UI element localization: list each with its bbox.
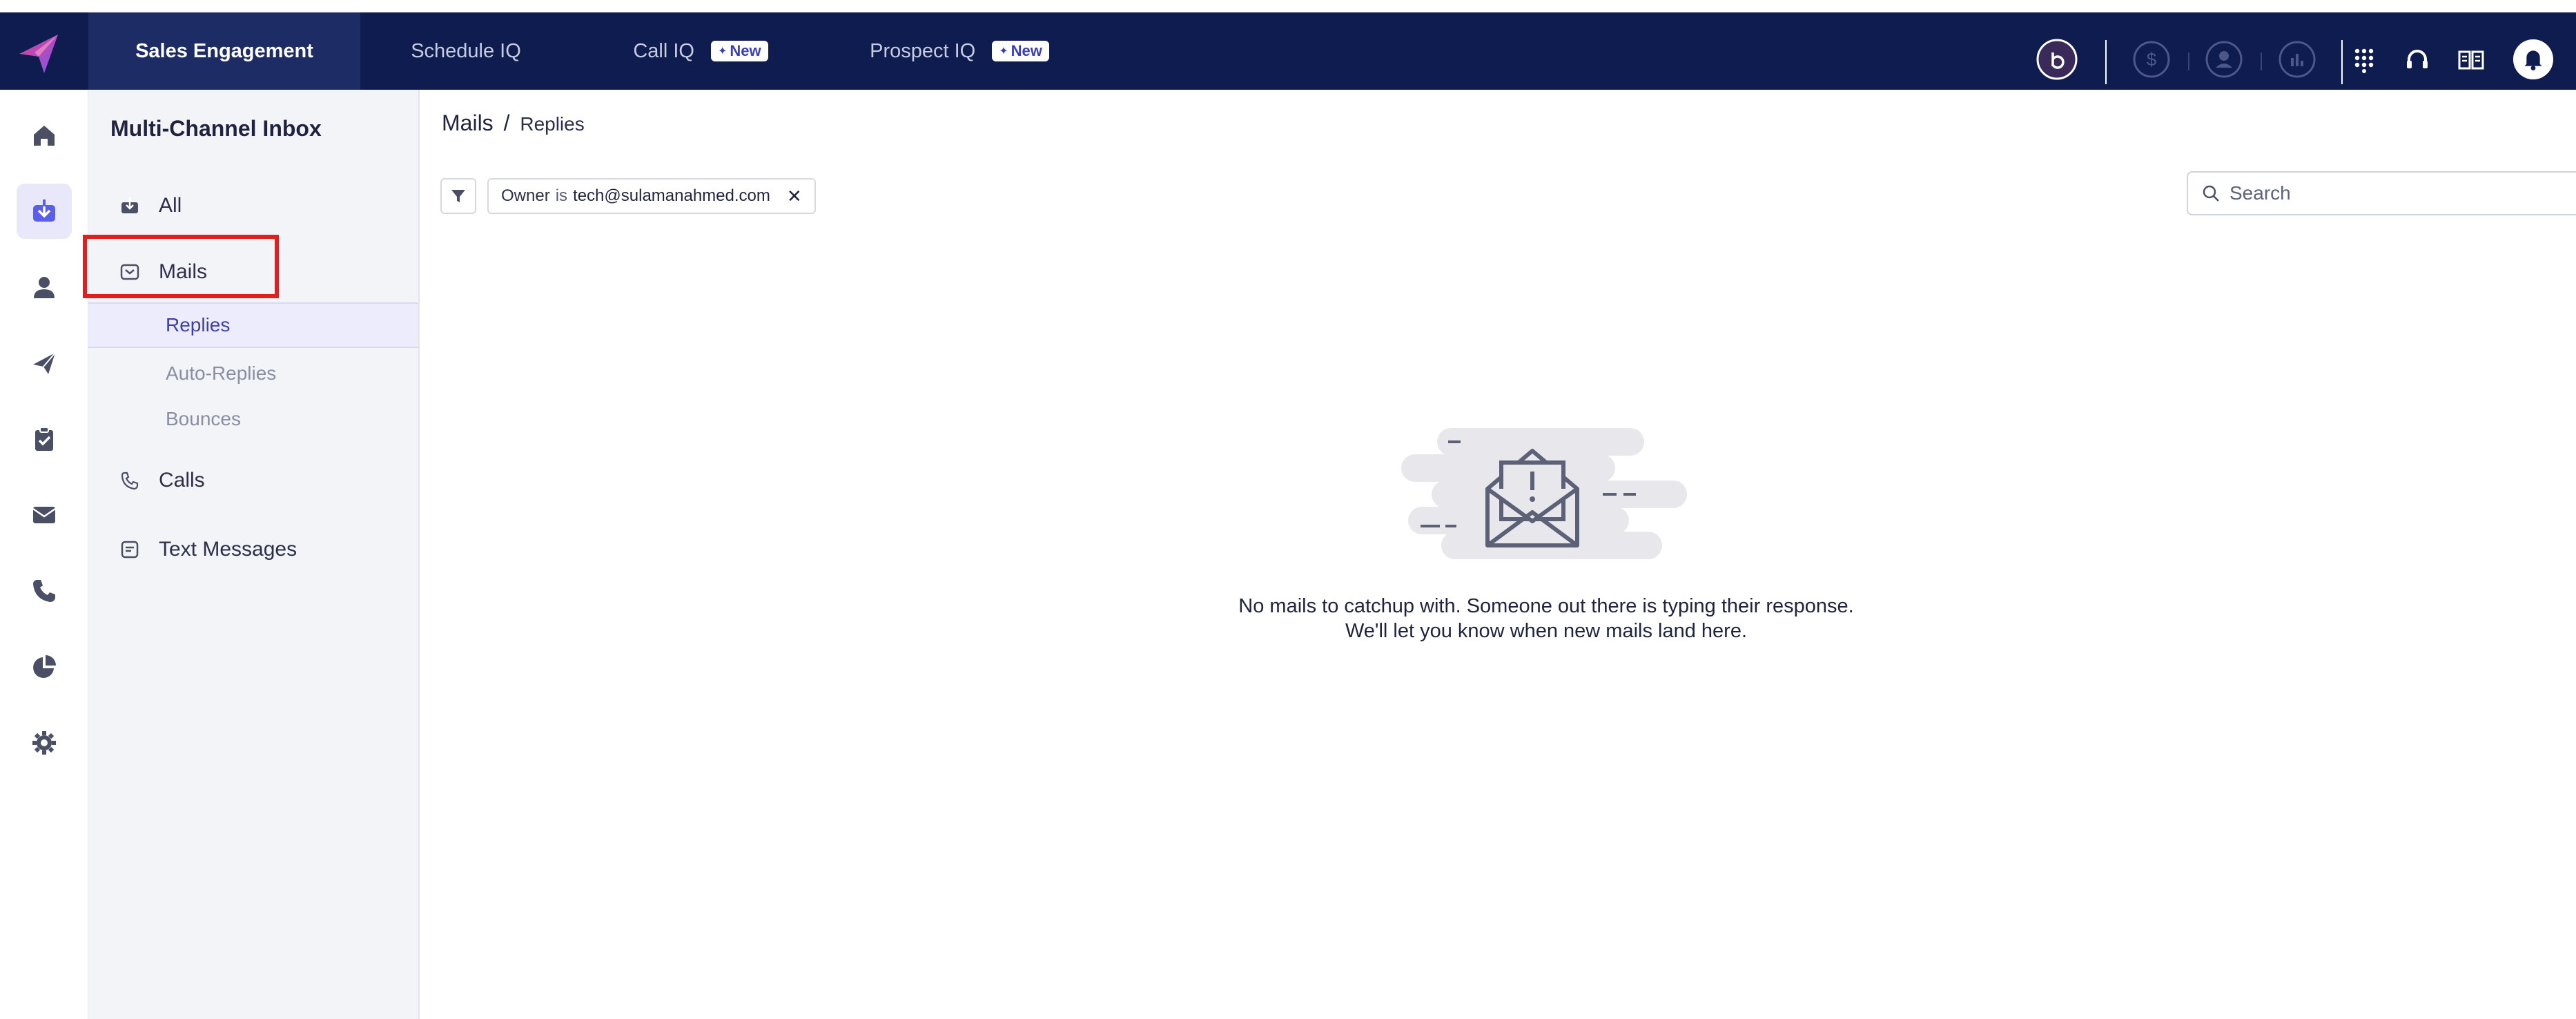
user-circle-icon[interactable] bbox=[2203, 39, 2245, 80]
empty-state-message: No mails to catchup with. Someone out th… bbox=[1180, 594, 1912, 643]
tab-schedule-iq-label: Schedule IQ bbox=[411, 39, 521, 62]
sidebar-subitem-label: Auto-Replies bbox=[166, 362, 277, 384]
tab-prospect-iq[interactable]: Prospect IQ ✦ New bbox=[849, 12, 1070, 90]
account-switch-icon[interactable] bbox=[2036, 39, 2078, 80]
top-navigation-bar: Sales Engagement Schedule IQ Call IQ ✦ N… bbox=[0, 12, 2576, 90]
filter-button[interactable] bbox=[440, 178, 476, 214]
headset-icon[interactable] bbox=[2397, 39, 2438, 80]
person-icon[interactable] bbox=[17, 260, 72, 315]
owner-filter-chip[interactable]: Owner is tech@sulamanahmed.com ✕ bbox=[487, 178, 816, 214]
home-icon[interactable] bbox=[17, 108, 72, 163]
tab-call-iq-label: Call IQ bbox=[633, 39, 694, 62]
svg-text:$: $ bbox=[2147, 49, 2157, 70]
sidebar-item-calls[interactable]: Calls bbox=[116, 460, 205, 501]
sparkle-icon: ✦ bbox=[717, 46, 728, 57]
search-icon bbox=[2201, 183, 2223, 208]
breadcrumb-separator: / bbox=[503, 110, 510, 135]
sidebar-item-label: Text Messages bbox=[159, 538, 297, 561]
new-badge-label: New bbox=[730, 42, 761, 59]
inbox-tray-icon bbox=[116, 192, 144, 220]
sidebar-subitem-bounces[interactable]: Bounces bbox=[88, 396, 418, 442]
sidebar-subitem-label: Replies bbox=[166, 314, 231, 336]
sidebar-item-label: Mails bbox=[159, 260, 208, 283]
breadcrumb-root[interactable]: Mails bbox=[442, 110, 494, 135]
book-icon[interactable] bbox=[2450, 39, 2492, 80]
inbox-icon[interactable] bbox=[17, 184, 72, 239]
sidebar-item-mails[interactable]: Mails bbox=[116, 251, 207, 293]
sidebar-title: Multi-Channel Inbox bbox=[110, 116, 322, 141]
app-logo-icon[interactable] bbox=[14, 28, 64, 77]
empty-state-line-1: No mails to catchup with. Someone out th… bbox=[1238, 595, 1854, 617]
sidebar-subitem-label: Bounces bbox=[166, 408, 241, 429]
chart-icon[interactable] bbox=[2276, 39, 2318, 80]
phone-outline-icon bbox=[116, 467, 144, 494]
remove-filter-icon[interactable]: ✕ bbox=[787, 186, 802, 207]
tab-call-iq[interactable]: Call IQ ✦ New bbox=[607, 12, 794, 90]
phone-icon[interactable] bbox=[17, 563, 72, 619]
sidebar-item-text-messages[interactable]: Text Messages bbox=[116, 529, 297, 570]
sidebar-item-label: Calls bbox=[159, 469, 205, 492]
clipboard-check-icon[interactable] bbox=[17, 411, 72, 467]
mail-outline-icon bbox=[116, 258, 144, 286]
dollar-icon[interactable]: $ bbox=[2131, 39, 2172, 80]
tab-sales-engagement-label: Sales Engagement bbox=[135, 39, 313, 62]
bell-icon[interactable] bbox=[2512, 39, 2554, 80]
filter-operator: is bbox=[555, 186, 568, 205]
breadcrumb-current: Replies bbox=[520, 113, 585, 135]
inbox-sidebar: Multi-Channel Inbox All Mails Replies Au… bbox=[88, 90, 420, 1019]
tab-sales-engagement[interactable]: Sales Engagement bbox=[88, 12, 360, 90]
sidebar-subitem-auto-replies[interactable]: Auto-Replies bbox=[88, 351, 418, 396]
breadcrumb: Mails / Replies bbox=[442, 110, 585, 136]
new-badge: ✦ New bbox=[992, 41, 1049, 61]
filter-field: Owner bbox=[501, 186, 550, 205]
sidebar-item-all[interactable]: All bbox=[116, 185, 182, 226]
new-badge-label: New bbox=[1011, 42, 1042, 59]
empty-mailbox-illustration bbox=[1401, 428, 1691, 587]
pie-chart-icon[interactable] bbox=[17, 639, 72, 695]
sidebar-item-label: All bbox=[159, 194, 182, 217]
settings-icon[interactable] bbox=[17, 715, 72, 770]
window-top-strip bbox=[0, 0, 2576, 12]
empty-state-line-2: We'll let you know when new mails land h… bbox=[1345, 620, 1748, 642]
sidebar-subitem-replies[interactable]: Replies bbox=[88, 302, 418, 348]
main-content: Mails / Replies Owner is tech@sulamanahm… bbox=[421, 90, 2576, 1019]
tab-prospect-iq-label: Prospect IQ bbox=[870, 39, 976, 62]
filter-icon bbox=[451, 190, 465, 202]
search-input[interactable] bbox=[2229, 182, 2575, 204]
sparkle-icon: ✦ bbox=[999, 46, 1008, 57]
tab-schedule-iq[interactable]: Schedule IQ bbox=[387, 12, 545, 90]
dialpad-icon[interactable] bbox=[2343, 39, 2385, 80]
filter-value: tech@sulamanahmed.com bbox=[573, 186, 770, 205]
search-box bbox=[2187, 171, 2576, 215]
message-outline-icon bbox=[116, 536, 144, 563]
send-icon[interactable] bbox=[17, 336, 72, 391]
left-icon-rail bbox=[0, 90, 88, 1019]
mail-icon[interactable] bbox=[17, 487, 72, 543]
new-badge: ✦ New bbox=[710, 41, 768, 61]
